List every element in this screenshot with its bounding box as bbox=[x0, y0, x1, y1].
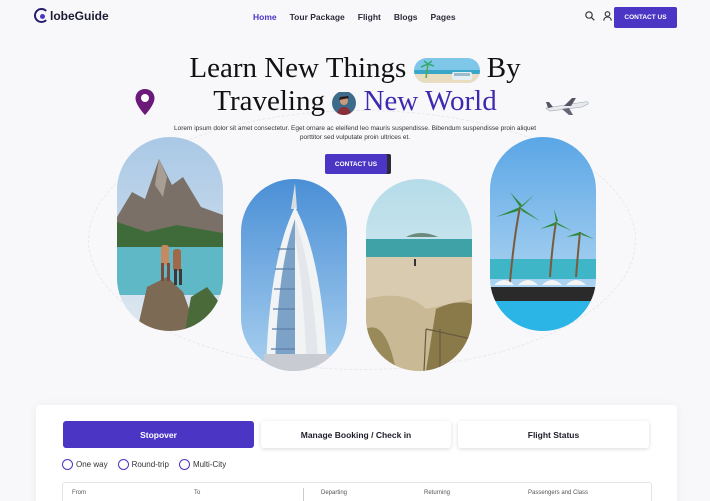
radio-round-trip[interactable]: Round-trip bbox=[117, 459, 169, 470]
hero-description: Lorem ipsum dolor sit amet consectetur. … bbox=[173, 125, 537, 141]
field-divider bbox=[303, 488, 304, 501]
radio-circle-icon bbox=[62, 459, 73, 470]
hero-traveler-thumbnail bbox=[332, 91, 357, 116]
main-nav: Home Tour Package Flight Blogs Pages bbox=[253, 12, 456, 22]
to-field-label[interactable]: To bbox=[194, 490, 200, 496]
radio-circle-icon bbox=[178, 459, 190, 470]
header-icons bbox=[585, 11, 612, 21]
hero-line1-text: Learn New Things bbox=[189, 52, 407, 84]
radio-circle-icon bbox=[117, 459, 129, 470]
globe-logo-icon bbox=[34, 8, 49, 23]
tab-manage-booking[interactable]: Manage Booking / Check in bbox=[261, 421, 451, 448]
hero-highlight-text: New World bbox=[363, 85, 497, 117]
hero-beach-thumbnail bbox=[413, 57, 480, 83]
departing-field-label[interactable]: Departing bbox=[321, 490, 347, 496]
radio-one-way[interactable]: One way bbox=[62, 459, 108, 470]
beach-path-photo bbox=[366, 179, 472, 371]
contact-us-header-button[interactable]: CONTACT US bbox=[614, 7, 677, 28]
passengers-field-label[interactable]: Passengers and Class bbox=[528, 490, 588, 496]
radio-multi-city[interactable]: Multi-City bbox=[178, 459, 226, 470]
brand-logo[interactable]: lobeGuide bbox=[34, 8, 109, 23]
contact-us-hero-button[interactable]: CONTACT US bbox=[325, 154, 387, 174]
mountain-lake-photo bbox=[117, 137, 223, 331]
search-icon[interactable] bbox=[585, 11, 595, 21]
user-icon[interactable] bbox=[603, 11, 612, 21]
nav-home[interactable]: Home bbox=[253, 12, 277, 22]
tab-flight-status[interactable]: Flight Status bbox=[458, 421, 649, 448]
resort-pool-photo bbox=[490, 137, 596, 331]
brand-name: lobeGuide bbox=[50, 8, 109, 23]
burj-al-arab-photo bbox=[241, 179, 347, 371]
nav-blogs[interactable]: Blogs bbox=[394, 12, 418, 22]
from-field-label[interactable]: From bbox=[72, 490, 86, 496]
nav-pages[interactable]: Pages bbox=[431, 12, 456, 22]
hero-line2-text: Traveling bbox=[213, 85, 325, 117]
hero-line1-tail: By bbox=[486, 52, 521, 84]
returning-field-label[interactable]: Returning bbox=[424, 490, 450, 496]
trip-type-group: One way Round-trip Multi-City bbox=[62, 459, 226, 470]
nav-flight[interactable]: Flight bbox=[358, 12, 381, 22]
hero-heading-line-2: Traveling New World bbox=[0, 85, 710, 117]
nav-tour-package[interactable]: Tour Package bbox=[290, 12, 345, 22]
page: lobeGuide Home Tour Package Flight Blogs… bbox=[0, 0, 710, 501]
hero-heading-line-1: Learn New Things By bbox=[0, 52, 710, 84]
tab-stopover[interactable]: Stopover bbox=[63, 421, 254, 448]
